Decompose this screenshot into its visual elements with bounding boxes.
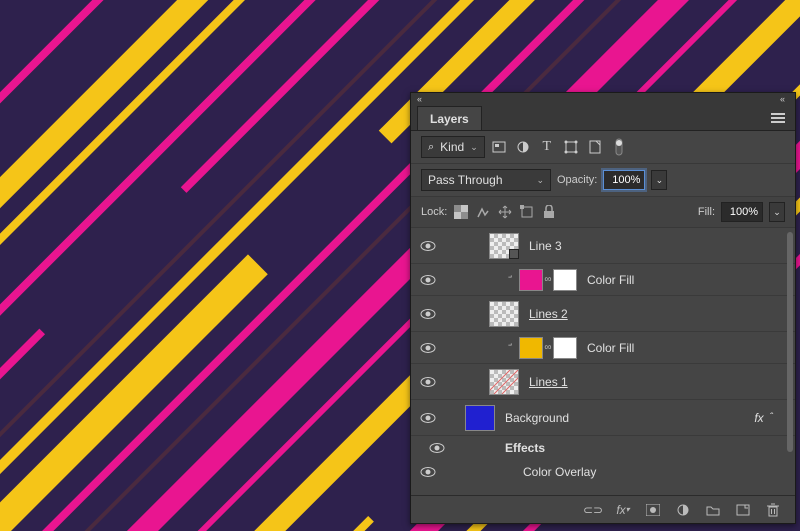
visibility-toggle[interactable] bbox=[429, 442, 445, 454]
filter-kind-label: Kind bbox=[440, 140, 464, 154]
fill-swatch[interactable] bbox=[519, 269, 543, 291]
lock-artboard-icon[interactable] bbox=[519, 204, 535, 220]
blend-mode-row: Pass Through ⌄ Opacity: ⌄ bbox=[411, 164, 795, 197]
filter-toggle-switch[interactable] bbox=[611, 139, 627, 155]
chevron-down-icon: ⌄ bbox=[470, 142, 478, 153]
mask-link-icon[interactable]: ∞ bbox=[543, 342, 553, 353]
layer-thumbnail[interactable] bbox=[465, 405, 495, 431]
visibility-toggle[interactable] bbox=[420, 274, 436, 286]
effects-heading: Effects bbox=[505, 441, 545, 455]
tab-layers[interactable]: Layers bbox=[417, 106, 482, 130]
layer-name[interactable]: Color Fill bbox=[587, 273, 634, 287]
new-layer-icon[interactable] bbox=[735, 502, 751, 518]
opacity-stepper[interactable]: ⌄ bbox=[651, 170, 667, 190]
collapse-right-icon[interactable]: « bbox=[780, 94, 785, 104]
layer-colorfill-1[interactable]: ꜚ ∞ Color Fill bbox=[411, 264, 795, 296]
visibility-toggle[interactable] bbox=[420, 376, 436, 388]
lock-row: Lock: Fill: ⌄ bbox=[411, 197, 795, 228]
chevron-down-icon: ⌄ bbox=[536, 175, 544, 186]
layer-name[interactable]: Background bbox=[505, 411, 569, 425]
visibility-toggle[interactable] bbox=[420, 412, 436, 424]
fill-input[interactable] bbox=[721, 202, 763, 222]
add-mask-icon[interactable] bbox=[645, 502, 661, 518]
fx-badge: fx bbox=[754, 411, 763, 425]
layer-name[interactable]: Lines 2 bbox=[529, 307, 568, 321]
visibility-toggle[interactable] bbox=[420, 308, 436, 320]
panel-footer: ⊂⊃ fx▾ bbox=[411, 495, 795, 523]
filter-adjustment-icon[interactable] bbox=[515, 139, 531, 155]
link-layers-icon[interactable]: ⊂⊃ bbox=[585, 502, 601, 518]
filter-shape-icon[interactable] bbox=[563, 139, 579, 155]
scrollbar[interactable] bbox=[787, 232, 793, 452]
fill-stepper[interactable]: ⌄ bbox=[769, 202, 785, 222]
visibility-toggle[interactable] bbox=[420, 466, 436, 478]
layer-lines2[interactable]: Lines 2 bbox=[411, 296, 795, 332]
opacity-label: Opacity: bbox=[557, 174, 597, 186]
search-icon: ⌕ bbox=[428, 141, 434, 154]
layer-mask-thumbnail[interactable] bbox=[553, 337, 577, 359]
mask-link-icon[interactable]: ∞ bbox=[543, 274, 553, 285]
panel-topbar: « « bbox=[411, 93, 795, 105]
layer-name[interactable]: Line 3 bbox=[529, 239, 562, 253]
clip-indicator-icon: ꜚ bbox=[505, 273, 515, 287]
blend-mode-value: Pass Through bbox=[428, 173, 503, 187]
blend-mode-select[interactable]: Pass Through ⌄ bbox=[421, 169, 551, 191]
layer-lines1[interactable]: Lines 1 bbox=[411, 364, 795, 400]
fx-expand-toggle[interactable]: ˆ bbox=[770, 412, 773, 423]
layer-line3[interactable]: Line 3 bbox=[411, 228, 795, 264]
layer-filter-row: ⌕ Kind ⌄ T bbox=[411, 131, 795, 164]
fill-swatch[interactable] bbox=[519, 337, 543, 359]
lock-image-icon[interactable] bbox=[475, 204, 491, 220]
effect-color-overlay[interactable]: Color Overlay bbox=[411, 460, 795, 484]
layer-thumbnail[interactable] bbox=[489, 369, 519, 395]
panel-menu-icon[interactable] bbox=[767, 109, 789, 127]
layer-name[interactable]: Color Fill bbox=[587, 341, 634, 355]
lock-label: Lock: bbox=[421, 206, 447, 218]
layer-thumbnail[interactable] bbox=[489, 233, 519, 259]
new-group-icon[interactable] bbox=[705, 502, 721, 518]
delete-layer-icon[interactable] bbox=[765, 502, 781, 518]
adjustment-layer-icon[interactable] bbox=[675, 502, 691, 518]
panel-tabs: Layers bbox=[411, 105, 795, 131]
filter-smart-icon[interactable] bbox=[587, 139, 603, 155]
effect-name: Color Overlay bbox=[523, 465, 596, 479]
filter-type-icon[interactable]: T bbox=[539, 139, 555, 155]
layers-panel: « « Layers ⌕ Kind ⌄ T Pass Through ⌄ Opa… bbox=[410, 92, 796, 524]
filter-kind-select[interactable]: ⌕ Kind ⌄ bbox=[421, 136, 485, 158]
lock-all-icon[interactable] bbox=[541, 204, 557, 220]
visibility-toggle[interactable] bbox=[420, 240, 436, 252]
layer-thumbnail[interactable] bbox=[489, 301, 519, 327]
visibility-toggle[interactable] bbox=[420, 342, 436, 354]
layer-mask-thumbnail[interactable] bbox=[553, 269, 577, 291]
layer-name[interactable]: Lines 1 bbox=[529, 375, 568, 389]
fx-menu-icon[interactable]: fx▾ bbox=[615, 502, 631, 518]
filter-pixel-icon[interactable] bbox=[491, 139, 507, 155]
layer-colorfill-2[interactable]: ꜚ ∞ Color Fill bbox=[411, 332, 795, 364]
effects-heading-row: Effects bbox=[411, 436, 795, 460]
opacity-input[interactable] bbox=[603, 170, 645, 190]
layer-background[interactable]: Background fx ˆ bbox=[411, 400, 795, 436]
fill-label: Fill: bbox=[698, 206, 715, 218]
clip-indicator-icon: ꜚ bbox=[505, 341, 515, 355]
lock-transparency-icon[interactable] bbox=[453, 204, 469, 220]
collapse-left-icon[interactable]: « bbox=[417, 94, 422, 104]
layer-list: Line 3 ꜚ ∞ Color Fill Lines 2 ꜚ ∞ bbox=[411, 228, 795, 495]
lock-position-icon[interactable] bbox=[497, 204, 513, 220]
